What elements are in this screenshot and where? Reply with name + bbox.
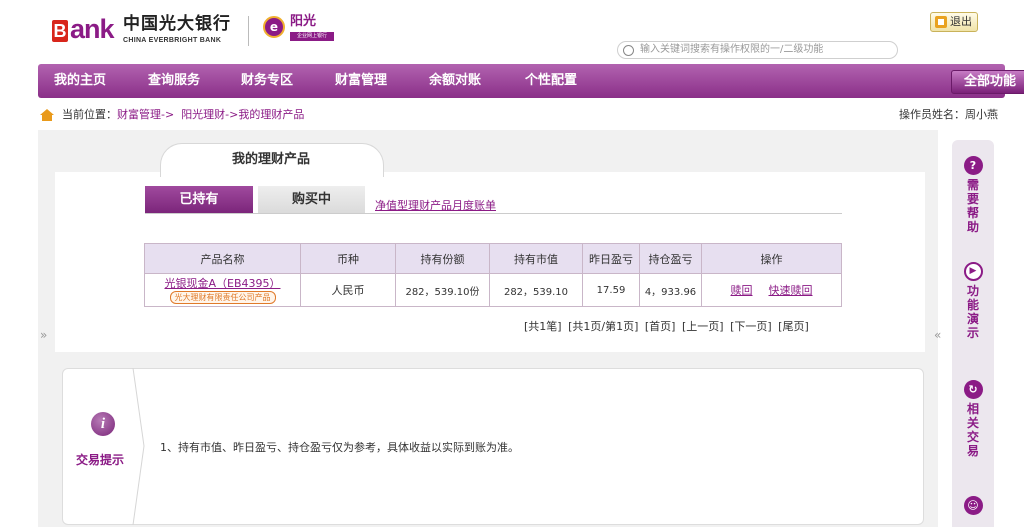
bank-name-en: CHINA EVERBRIGHT BANK [123, 37, 222, 44]
pager-total: [共1笔] [524, 320, 562, 333]
search-box[interactable] [617, 41, 898, 59]
breadcrumb-current[interactable]: 阳光理财->我的理财产品 [181, 108, 304, 121]
logo-divider [248, 16, 249, 46]
cell-currency: 人民币 [300, 273, 396, 307]
all-functions-button[interactable]: 全部功能 [951, 70, 1024, 94]
sidebar-item-demo[interactable]: ▶ 功能演示 [952, 262, 994, 340]
logout-button[interactable]: 退出 [930, 12, 978, 32]
refresh-icon: ↻ [963, 380, 983, 399]
redeem-link[interactable]: 赎回 [731, 284, 753, 297]
sidebar-related-label: 相关交易 [966, 402, 979, 458]
sidebar-item-help[interactable]: ? 需要帮助 [952, 156, 994, 234]
expand-left-arrow-icon[interactable]: » [40, 328, 47, 342]
table-row: 光银现金A（EB4395） 光大理财有限责任公司产品 人民币 282，539.1… [144, 273, 842, 307]
pager: [共1笔] [共1页/第1页] [首页] [上一页] [下一页] [尾页] [524, 320, 812, 334]
trade-tips-text: 1、持有市值、昨日盈亏、持仓盈亏仅为参考，具体收益以实际到账为准。 [160, 441, 519, 454]
bank-name-cn: 中国光大银行 [123, 14, 231, 34]
nav-item-finance[interactable]: 财务专区 [241, 64, 293, 98]
breadcrumb-wealth[interactable]: 财富管理-> [117, 108, 174, 121]
col-currency: 币种 [300, 243, 396, 274]
pager-next[interactable]: [下一页] [730, 320, 772, 333]
nav-item-wealth[interactable]: 财富管理 [335, 64, 387, 98]
right-sidebar: ? 需要帮助 ▶ 功能演示 ↻ 相关交易 ☺ [952, 140, 994, 527]
cell-operation: 赎回 快速赎回 [701, 273, 842, 307]
sidebar-item-related[interactable]: ↻ 相关交易 [952, 380, 994, 458]
sub-brand-subtitle: 企业网上银行 [290, 32, 334, 41]
cell-shares: 282，539.10份 [395, 273, 490, 307]
sidebar-item-more[interactable]: ☺ [952, 496, 994, 518]
sidebar-help-label: 需要帮助 [966, 178, 979, 234]
breadcrumb: 当前位置：财富管理-> 阳光理财->我的理财产品 [62, 108, 304, 122]
logout-icon [935, 16, 947, 28]
tab-buying[interactable]: 购买中 [258, 186, 365, 214]
col-operation: 操作 [701, 243, 842, 274]
cell-market-value: 282，539.10 [489, 273, 583, 307]
trade-tips-label: 交易提示 [76, 453, 125, 467]
col-position-pnl: 持仓盈亏 [639, 243, 702, 274]
col-yesterday-pnl: 昨日盈亏 [582, 243, 640, 274]
help-icon: ? [963, 156, 983, 175]
smile-icon: ☺ [963, 496, 983, 515]
col-shares: 持有份额 [395, 243, 490, 274]
nav-item-settings[interactable]: 个性配置 [525, 64, 577, 98]
bank-logo-word: ank [70, 14, 115, 44]
pager-first[interactable]: [首页] [645, 320, 676, 333]
col-market-value: 持有市值 [489, 243, 583, 274]
nav-item-home[interactable]: 我的主页 [54, 64, 106, 98]
tips-divider [132, 368, 145, 525]
collapse-right-arrow-icon[interactable]: « [934, 328, 941, 342]
nav-item-reconcile[interactable]: 余额对账 [429, 64, 481, 98]
info-icon: i [91, 412, 115, 436]
search-input[interactable] [640, 42, 890, 58]
cell-yesterday-pnl: 17.59 [582, 273, 640, 307]
col-product: 产品名称 [144, 243, 301, 274]
pager-prev[interactable]: [上一页] [682, 320, 724, 333]
monthly-statement-link[interactable]: 净值型理财产品月度账单 [375, 199, 496, 213]
sunshine-logo-icon: e [263, 16, 285, 38]
pager-last[interactable]: [尾页] [778, 320, 809, 333]
nav-item-query[interactable]: 查询服务 [148, 64, 200, 98]
cell-position-pnl: 4，933.96 [639, 273, 702, 307]
breadcrumb-prefix: 当前位置： [62, 108, 117, 121]
search-icon [623, 45, 634, 56]
pager-pages: [共1页/第1页] [568, 320, 639, 333]
holdings-table: 产品名称 币种 持有份额 持有市值 昨日盈亏 持仓盈亏 操作 光银现金A（EB4… [144, 243, 842, 307]
sub-brand-name: 阳光 [290, 14, 317, 29]
logout-label: 退出 [950, 15, 972, 28]
tab-underline [145, 213, 842, 214]
main-nav: 我的主页 查询服务 财务专区 财富管理 余额对账 个性配置 全部功能 [38, 64, 1024, 98]
tab-holding[interactable]: 已持有 [145, 186, 253, 214]
sidebar-demo-label: 功能演示 [966, 284, 979, 340]
table-header-row: 产品名称 币种 持有份额 持有市值 昨日盈亏 持仓盈亏 操作 [144, 243, 842, 274]
product-link[interactable]: 光银现金A（EB4395） [145, 277, 300, 290]
fast-redeem-link[interactable]: 快速赎回 [769, 284, 813, 297]
cell-product: 光银现金A（EB4395） 光大理财有限责任公司产品 [144, 273, 301, 307]
product-issuer-badge: 光大理财有限责任公司产品 [169, 290, 276, 304]
operator-name: 操作员姓名：周小燕 [899, 108, 998, 121]
play-icon: ▶ [963, 262, 983, 281]
bank-logo-mark: B [52, 20, 68, 42]
header: B ank 中国光大银行 CHINA EVERBRIGHT BANK e 阳光 … [0, 0, 1024, 62]
page-title: 我的理财产品 [232, 152, 311, 167]
home-icon [40, 109, 54, 121]
